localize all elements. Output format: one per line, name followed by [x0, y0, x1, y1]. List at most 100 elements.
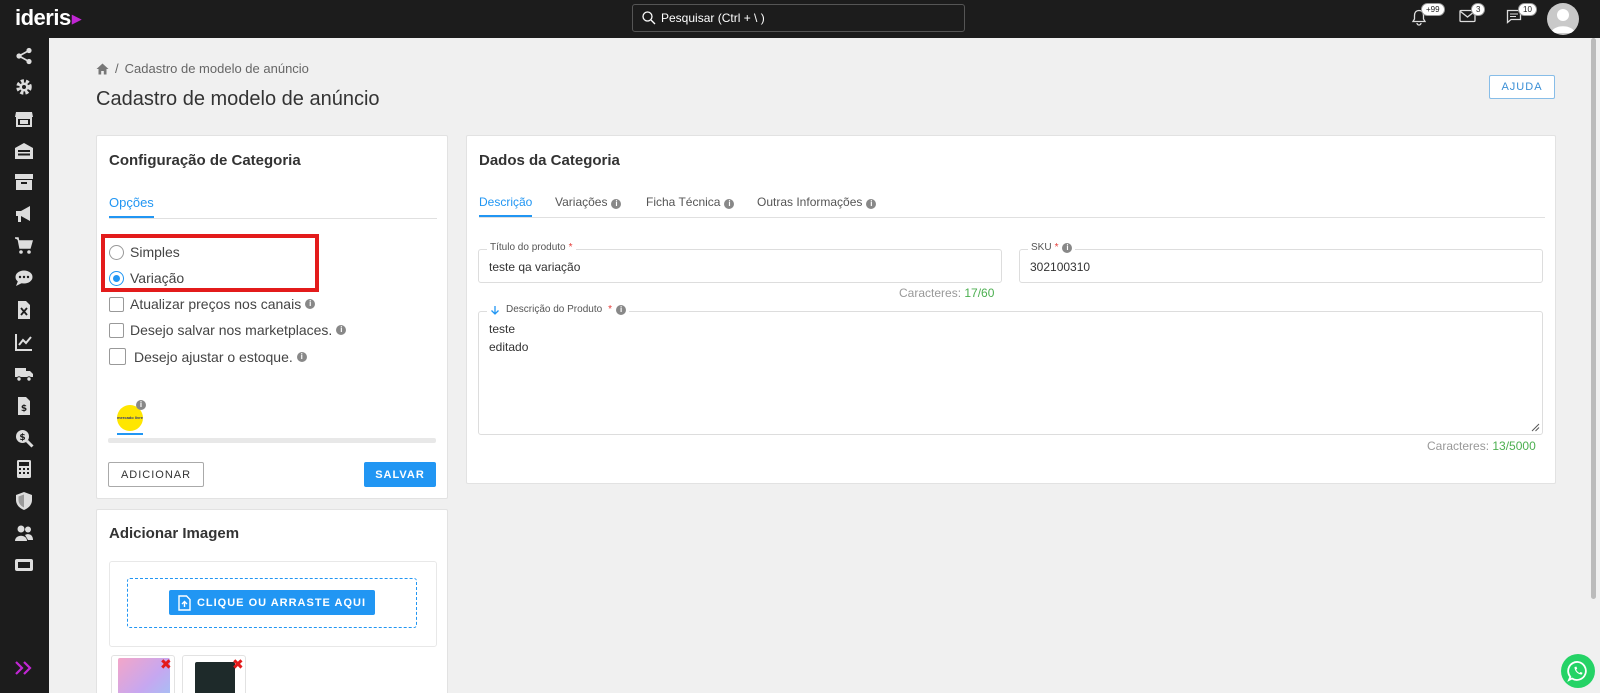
info-icon[interactable]: i [136, 400, 146, 410]
logo-arrow-icon: ▶ [71, 11, 82, 26]
image-card-title: Adicionar Imagem [109, 525, 240, 542]
description-line: teste [489, 322, 516, 336]
tab-variations[interactable]: Variações i [555, 195, 622, 209]
product-description-field[interactable]: Descrição do Produto * i teste editado [478, 304, 1543, 435]
info-icon[interactable]: i [866, 199, 877, 209]
check-adjust-stock-box[interactable] [109, 348, 126, 365]
search-box[interactable] [632, 4, 965, 32]
info-icon[interactable]: i [724, 199, 735, 209]
tab-technical-sheet-label: Ficha Técnica [646, 195, 721, 209]
product-title-label-text: Título do produto [490, 242, 566, 253]
sku-input[interactable]: 302100310 [1030, 260, 1090, 274]
svg-text:$: $ [21, 404, 27, 414]
sku-label: SKU * i [1028, 242, 1076, 253]
search-input[interactable] [661, 8, 956, 28]
cart-icon[interactable] [14, 236, 34, 256]
arrow-down-icon[interactable] [490, 305, 500, 315]
gear-icon[interactable] [14, 77, 34, 97]
user-avatar[interactable] [1547, 3, 1579, 35]
breadcrumb: / Cadastro de modelo de anúncio [96, 61, 309, 76]
ideris-logo[interactable]: ideris▶ [15, 5, 82, 31]
tab-options[interactable]: Opções [109, 195, 154, 218]
scrollbar-thumb[interactable] [1591, 38, 1596, 599]
share-icon[interactable] [14, 46, 34, 66]
resize-handle-icon[interactable] [1530, 422, 1540, 432]
check-update-prices[interactable]: Atualizar preços nos canais i [109, 296, 316, 312]
ticket-icon[interactable] [14, 555, 34, 575]
archive-icon[interactable] [14, 172, 34, 192]
tab-technical-sheet[interactable]: Ficha Técnica i [646, 195, 735, 209]
mail-badge: 3 [1471, 3, 1486, 16]
tab-variations-label: Variações [555, 195, 608, 209]
messages-button[interactable]: 10 [1506, 3, 1537, 29]
double-chevron-right-icon[interactable] [14, 660, 34, 676]
whatsapp-button[interactable] [1561, 654, 1595, 688]
description-char-counter: Caracteres: 13/5000 [1427, 439, 1536, 453]
user-silhouette-icon [1551, 9, 1575, 33]
shield-icon[interactable] [14, 491, 34, 511]
save-button[interactable]: SALVAR [364, 462, 436, 487]
config-tabs-line [109, 218, 437, 219]
title-counter-value: 17/60 [964, 286, 995, 300]
warehouse-icon[interactable] [14, 141, 34, 161]
sidebar: $ $ [0, 38, 49, 693]
check-adjust-stock[interactable]: Desejo ajustar o estoque. i [109, 348, 307, 365]
search-money-icon[interactable]: $ [14, 428, 34, 448]
search-icon [642, 11, 656, 25]
delete-image-icon[interactable]: ✖ [232, 657, 244, 671]
invoice-icon[interactable]: $ [14, 396, 34, 416]
home-icon[interactable] [96, 63, 109, 75]
excel-file-icon[interactable] [14, 300, 34, 320]
marketplace-scrollbar[interactable] [108, 438, 436, 443]
description-counter-label: Caracteres: [1427, 439, 1490, 453]
notifications-button[interactable]: +99 [1411, 3, 1445, 29]
title-counter-label: Caracteres: [899, 286, 962, 300]
page-title: Cadastro de modelo de anúncio [96, 88, 380, 110]
breadcrumb-current: Cadastro de modelo de anúncio [124, 61, 309, 76]
info-icon[interactable]: i [1062, 242, 1073, 253]
store-icon[interactable] [14, 109, 34, 129]
top-bar: ideris▶ +99 3 10 [0, 0, 1600, 38]
mail-button[interactable]: 3 [1459, 3, 1486, 29]
help-button[interactable]: AJUDA [1489, 75, 1555, 99]
product-description-label: Descrição do Produto * i [487, 304, 630, 315]
title-char-counter: Caracteres: 17/60 [899, 286, 994, 300]
check-save-marketplaces-label: Desejo salvar nos marketplaces. [130, 322, 333, 338]
required-asterisk: * [1054, 242, 1059, 253]
check-save-marketplaces[interactable]: Desejo salvar nos marketplaces. i [109, 322, 347, 338]
megaphone-icon[interactable] [14, 204, 34, 224]
truck-icon[interactable] [14, 364, 34, 384]
info-icon[interactable]: i [336, 325, 347, 335]
messages-badge: 10 [1518, 3, 1537, 16]
check-update-prices-box[interactable] [109, 296, 124, 312]
description-counter-value: 13/5000 [1492, 439, 1536, 453]
add-button[interactable]: ADICIONAR [108, 462, 204, 487]
chat-icon[interactable] [14, 268, 34, 288]
users-icon[interactable] [14, 523, 34, 543]
info-icon[interactable]: i [296, 351, 307, 362]
data-card-title: Dados da Categoria [479, 152, 620, 169]
whatsapp-icon [1567, 661, 1587, 682]
delete-image-icon[interactable]: ✖ [160, 657, 172, 671]
tab-description[interactable]: Descrição [479, 195, 533, 217]
required-asterisk: * [568, 242, 573, 253]
sku-label-text: SKU [1031, 242, 1052, 253]
check-save-marketplaces-box[interactable] [109, 322, 124, 338]
chart-icon[interactable] [14, 332, 34, 352]
breadcrumb-separator: / [115, 61, 119, 76]
product-description-textarea[interactable]: teste editado [489, 320, 528, 356]
product-title-field[interactable]: Título do produto * teste qa variação [478, 242, 1002, 283]
description-line: editado [489, 340, 529, 354]
marketplace-tab-indicator [117, 433, 143, 435]
info-icon[interactable]: i [305, 299, 316, 309]
tab-other-info[interactable]: Outras Informações i [757, 195, 877, 209]
info-icon[interactable]: i [611, 199, 622, 209]
notifications-badge: +99 [1421, 3, 1445, 16]
upload-button[interactable]: CLIQUE OU ARRASTE AQUI [169, 590, 375, 615]
calculator-icon[interactable] [14, 459, 34, 479]
upload-button-label: CLIQUE OU ARRASTE AQUI [196, 596, 367, 609]
page-scrollbar[interactable] [1586, 38, 1600, 693]
info-icon[interactable]: i [616, 304, 627, 315]
sku-field[interactable]: SKU * i 302100310 [1019, 242, 1543, 283]
product-title-input[interactable]: teste qa variação [489, 260, 580, 274]
